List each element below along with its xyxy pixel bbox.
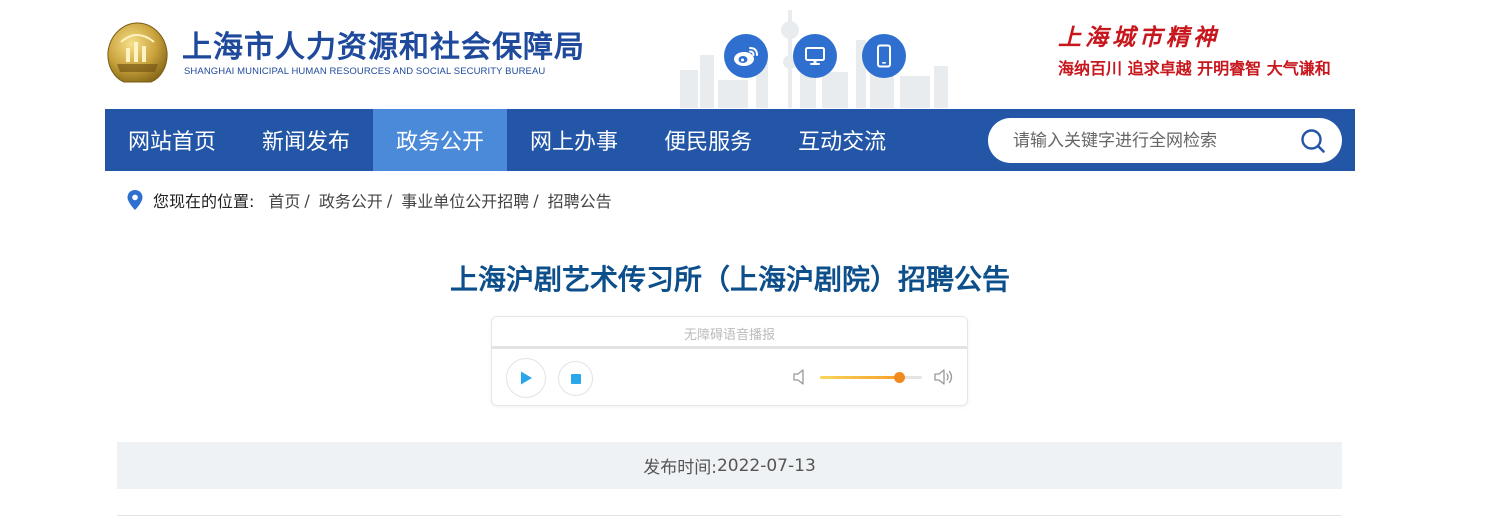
location-pin-icon [127,190,143,210]
breadcrumb-item-announcement[interactable]: 招聘公告 [548,188,612,212]
mobile-button[interactable] [862,34,906,78]
site-subtitle: SHANGHAI MUNICIPAL HUMAN RESOURCES AND S… [184,66,546,77]
publish-date: 2022-07-13 [716,455,816,476]
weibo-button[interactable] [724,34,768,78]
nav-item-interaction[interactable]: 互动交流 [775,109,909,171]
stop-icon [570,373,581,384]
player-label: 无障碍语音播报 [683,328,775,343]
play-button[interactable] [506,358,546,398]
search-icon[interactable] [1300,128,1326,154]
accessibility-audio-player: 无障碍语音播报 [491,316,968,406]
breadcrumb-item-government-affairs[interactable]: 政务公开 [319,188,383,212]
nav-item-news[interactable]: 新闻发布 [239,109,373,171]
search-input[interactable] [1013,130,1283,151]
city-spirit-slogan: 海纳百川 追求卓越 开明睿智 大气谦和 [1058,59,1331,78]
desktop-button[interactable] [793,34,837,78]
breadcrumb-item-home[interactable]: 首页 [268,188,300,212]
breadcrumb-separator: / [386,190,393,210]
publish-info-bar: 发布时间: 2022-07-13 [117,442,1342,489]
desktop-icon [805,47,825,65]
volume-slider[interactable] [820,372,922,383]
site-title[interactable]: 上海市人力资源和社会保障局 [182,22,585,66]
article-title: 上海沪剧艺术传习所（上海沪剧院）招聘公告 [449,263,1010,296]
breadcrumb-item-recruitment[interactable]: 事业单位公开招聘 [401,188,529,212]
volume-high-icon[interactable] [933,367,955,387]
city-spirit-title: 上海城市精神 [1058,24,1220,51]
nav-item-home[interactable]: 网站首页 [105,109,239,171]
player-progress-bar[interactable] [492,346,967,349]
volume-slider-handle[interactable] [893,372,905,383]
nav-item-public-services[interactable]: 便民服务 [641,109,775,171]
play-icon [521,371,532,385]
volume-slider-fill [820,376,899,379]
volume-low-icon[interactable] [792,368,808,386]
nav-item-online-services[interactable]: 网上办事 [507,109,641,171]
search-box [988,118,1342,163]
nav-item-government-affairs[interactable]: 政务公开 [373,109,508,171]
weibo-icon [734,47,758,66]
stop-button[interactable] [558,361,593,396]
content-divider [117,515,1342,516]
breadcrumb-separator: / [533,190,539,210]
mobile-icon [877,44,891,68]
breadcrumb: 您现在的位置: 首页 / 政务公开 / 事业单位公开招聘 / 招聘公告 [126,188,612,212]
publish-label: 发布时间: [643,458,717,478]
breadcrumb-label: 您现在的位置: [153,192,255,211]
bureau-logo-icon[interactable] [105,20,170,85]
breadcrumb-separator: / [304,190,310,210]
